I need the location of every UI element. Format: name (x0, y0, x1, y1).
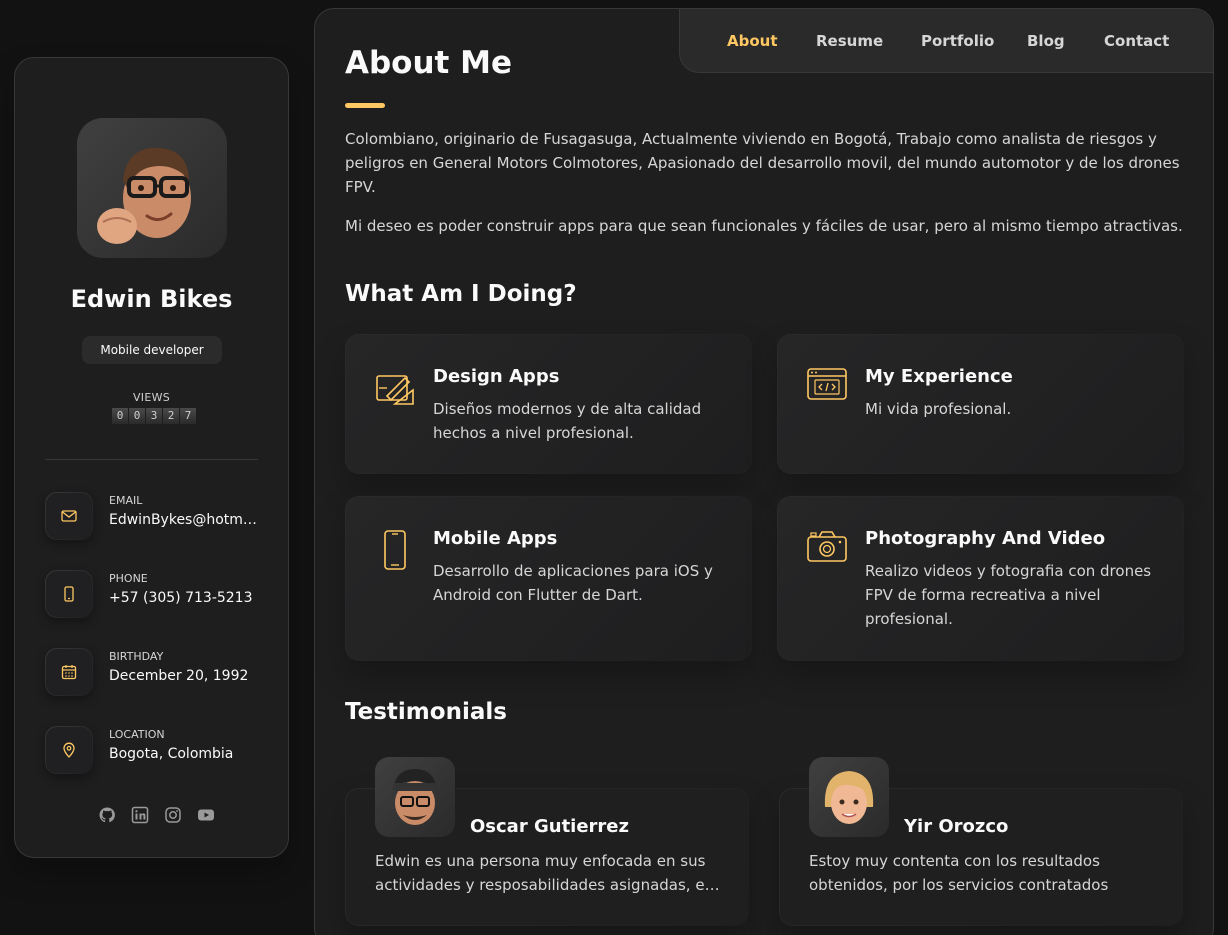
nav-about[interactable]: About (727, 32, 778, 50)
avatar (809, 757, 889, 837)
service-text: Diseños modernos y de alta calidad hecho… (433, 400, 702, 442)
sidebar: Edwin Bikes Mobile developer VIEWS 0 0 3… (14, 57, 289, 858)
contact-phone[interactable]: PHONE +57 (305) 713-5213 (45, 570, 265, 620)
nav-portfolio[interactable]: Portfolio (921, 32, 994, 50)
views-digit: 2 (163, 408, 179, 424)
service-card: Photography And Video Realizo videos y f… (777, 496, 1184, 661)
contact-title: EMAIL (109, 494, 143, 507)
contact-title: LOCATION (109, 728, 165, 741)
views-digit: 0 (129, 408, 145, 424)
contact-title: BIRTHDAY (109, 650, 164, 663)
nav-resume[interactable]: Resume (816, 32, 883, 50)
views-digit: 3 (146, 408, 162, 424)
about-paragraph: Colombiano, originario de Fusagasuga, Ac… (345, 130, 1180, 196)
testimonials-title: Testimonials (345, 699, 507, 725)
main-content: About Resume Portfolio Blog Contact Abou… (314, 8, 1214, 935)
service-text: Mi vida profesional. (865, 400, 1012, 418)
service-card: Design Apps Diseños modernos y de alta c… (345, 334, 752, 474)
testimonial-text: Estoy muy contenta con los resultados ob… (809, 852, 1109, 894)
service-text: Desarrollo de aplicaciones para iOS y An… (433, 562, 713, 604)
profile-name: Edwin Bikes (70, 285, 233, 313)
mail-icon (61, 510, 77, 522)
service-title: Design Apps (433, 366, 560, 387)
profile-avatar (77, 118, 227, 258)
contact-email[interactable]: EMAIL EdwinBykes@hotma… (45, 492, 265, 542)
smartphone-icon (384, 530, 406, 570)
github-icon[interactable] (98, 806, 116, 824)
profile-title-badge: Mobile developer (82, 336, 222, 364)
service-title: Mobile Apps (433, 528, 558, 549)
calendar-icon (61, 665, 77, 680)
phone-icon (64, 586, 74, 602)
social-links (98, 806, 215, 824)
navbar: About Resume Portfolio Blog Contact (679, 9, 1213, 73)
page-title: About Me (345, 45, 513, 81)
contact-value[interactable]: +57 (305) 713-5213 (109, 590, 265, 606)
about-paragraph: Mi deseo es poder construir apps para qu… (345, 217, 1183, 235)
contact-value: Bogota, Colombia (109, 746, 234, 762)
code-window-icon (807, 368, 847, 400)
testimonial-name: Yir Orozco (904, 816, 1009, 837)
nav-blog[interactable]: Blog (1027, 32, 1065, 50)
services-title: What Am I Doing? (345, 281, 577, 307)
avatar (375, 757, 455, 837)
title-underline (345, 103, 385, 108)
service-card: My Experience Mi vida profesional. (777, 334, 1184, 474)
testimonial-name: Oscar Gutierrez (470, 816, 629, 837)
testimonial-text: Edwin es una persona muy enfocada en sus… (375, 852, 720, 894)
service-card: Mobile Apps Desarrollo de aplicaciones p… (345, 496, 752, 661)
location-icon (63, 742, 75, 758)
service-text: Realizo videos y fotografia con drones F… (865, 562, 1152, 628)
sidebar-separator (45, 459, 258, 460)
linkedin-icon[interactable] (131, 806, 149, 824)
views-digit: 0 (112, 408, 128, 424)
views-label: VIEWS (132, 391, 171, 404)
youtube-icon[interactable] (197, 806, 215, 824)
contact-value[interactable]: EdwinBykes@hotma… (109, 512, 265, 528)
views-counter: 0 0 3 2 7 (112, 408, 196, 424)
contact-birthday: BIRTHDAY December 20, 1992 (45, 648, 265, 698)
instagram-icon[interactable] (164, 806, 182, 824)
service-title: Photography And Video (865, 528, 1106, 549)
design-icon (376, 375, 414, 405)
views-digit: 7 (180, 408, 196, 424)
nav-contact[interactable]: Contact (1104, 32, 1169, 50)
contact-title: PHONE (109, 572, 148, 585)
contact-location: LOCATION Bogota, Colombia (45, 726, 265, 776)
service-title: My Experience (865, 366, 1013, 387)
contact-value: December 20, 1992 (109, 668, 249, 684)
camera-icon (807, 531, 847, 562)
